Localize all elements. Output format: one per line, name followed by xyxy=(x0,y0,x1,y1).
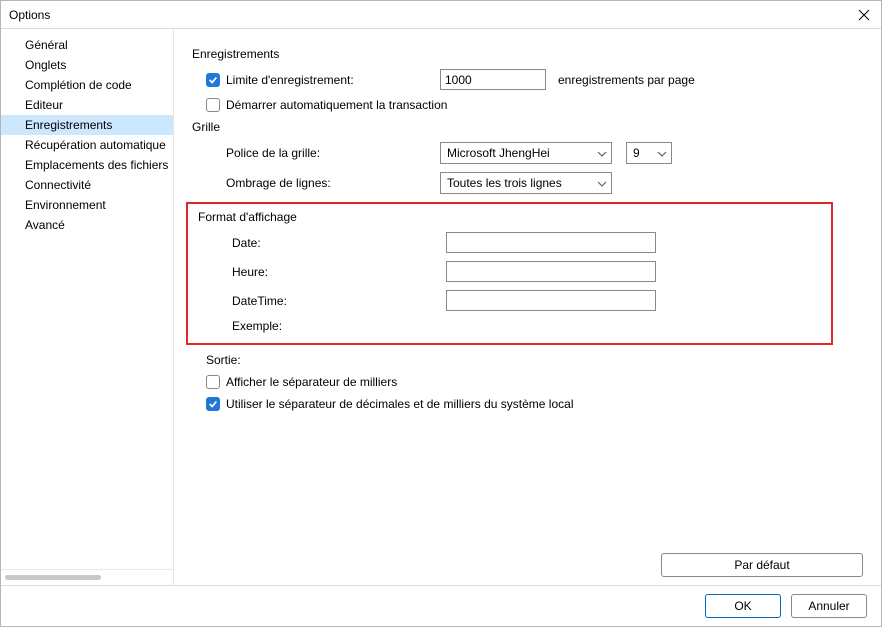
autostart-checkbox[interactable] xyxy=(206,98,220,112)
thousands-checkbox[interactable] xyxy=(206,375,220,389)
chevron-down-icon xyxy=(597,176,607,190)
format-datetime-input[interactable] xyxy=(446,290,656,311)
ok-button[interactable]: OK xyxy=(705,594,781,618)
sidebar-item-file-locations[interactable]: Emplacements des fichiers xyxy=(1,155,173,175)
sidebar-item-auto-recovery[interactable]: Récupération automatique xyxy=(1,135,173,155)
check-icon xyxy=(208,75,218,85)
format-time-input[interactable] xyxy=(446,261,656,282)
sidebar-item-code-completion[interactable]: Complétion de code xyxy=(1,75,173,95)
close-icon xyxy=(858,9,870,21)
dialog-footer: OK Annuler xyxy=(1,585,881,626)
close-button[interactable] xyxy=(855,6,873,24)
syslocale-label: Utiliser le séparateur de décimales et d… xyxy=(226,397,573,411)
sidebar: Général Onglets Complétion de code Edite… xyxy=(1,29,174,585)
grid-shading-label: Ombrage de lignes: xyxy=(226,176,331,190)
chevron-down-icon xyxy=(657,146,667,160)
display-format-highlight: Format d'affichage Date: Heure: DateTime… xyxy=(186,202,833,345)
grid-fontsize-select[interactable]: 9 xyxy=(626,142,672,164)
window-title: Options xyxy=(9,8,50,22)
format-example-label: Exemple: xyxy=(232,319,282,333)
sidebar-item-advanced[interactable]: Avancé xyxy=(1,215,173,235)
titlebar: Options xyxy=(1,1,881,29)
sidebar-item-general[interactable]: Général xyxy=(1,35,173,55)
format-date-label: Date: xyxy=(232,236,261,250)
format-time-label: Heure: xyxy=(232,265,268,279)
grid-shading-select[interactable]: Toutes les trois lignes xyxy=(440,172,612,194)
grid-shading-value: Toutes les trois lignes xyxy=(447,176,562,190)
limit-input[interactable] xyxy=(440,69,546,90)
format-date-input[interactable] xyxy=(446,232,656,253)
sidebar-item-editor[interactable]: Editeur xyxy=(1,95,173,115)
default-button[interactable]: Par défaut xyxy=(661,553,863,577)
cancel-button[interactable]: Annuler xyxy=(791,594,867,618)
sidebar-item-connectivity[interactable]: Connectivité xyxy=(1,175,173,195)
sidebar-item-records[interactable]: Enregistrements xyxy=(1,115,173,135)
format-datetime-label: DateTime: xyxy=(232,294,287,308)
scrollbar-thumb[interactable] xyxy=(5,575,101,580)
grid-font-label: Police de la grille: xyxy=(226,146,320,160)
section-format-title: Format d'affichage xyxy=(198,210,821,224)
sidebar-item-tabs[interactable]: Onglets xyxy=(1,55,173,75)
check-icon xyxy=(208,399,218,409)
limit-label: Limite d'enregistrement: xyxy=(226,73,354,87)
limit-suffix: enregistrements par page xyxy=(558,73,695,87)
limit-checkbox[interactable] xyxy=(206,73,220,87)
thousands-label: Afficher le séparateur de milliers xyxy=(226,375,397,389)
sidebar-scrollbar[interactable] xyxy=(1,569,173,585)
sidebar-item-environment[interactable]: Environnement xyxy=(1,195,173,215)
syslocale-checkbox[interactable] xyxy=(206,397,220,411)
content-panel: Enregistrements Limite d'enregistrement:… xyxy=(174,29,881,585)
options-dialog: Options Général Onglets Complétion de co… xyxy=(0,0,882,627)
section-output-title: Sortie: xyxy=(192,353,863,367)
section-records-title: Enregistrements xyxy=(192,47,863,61)
autostart-label: Démarrer automatiquement la transaction xyxy=(226,98,447,112)
grid-font-select[interactable]: Microsoft JhengHei xyxy=(440,142,612,164)
chevron-down-icon xyxy=(597,146,607,160)
grid-fontsize-value: 9 xyxy=(633,146,640,160)
section-grid-title: Grille xyxy=(192,120,863,134)
grid-font-value: Microsoft JhengHei xyxy=(447,146,550,160)
